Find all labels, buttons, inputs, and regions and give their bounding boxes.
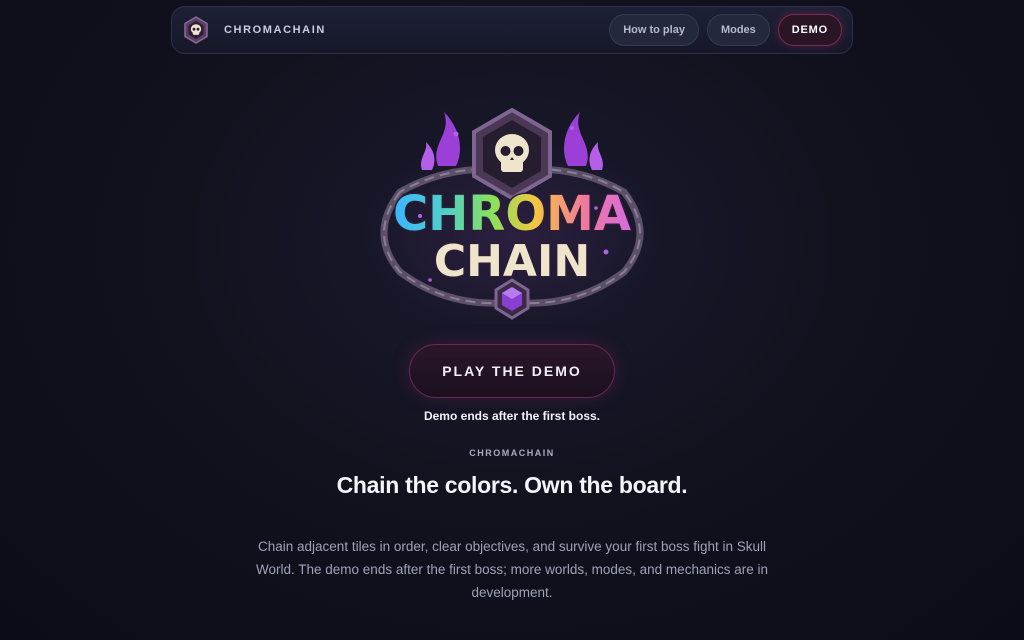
play-demo-button[interactable]: PLAY THE DEMO	[409, 344, 615, 398]
modes-button[interactable]: Modes	[706, 14, 770, 46]
skull-hex-emblem	[472, 107, 552, 201]
demo-button[interactable]: DEMO	[777, 14, 842, 46]
how-to-play-button[interactable]: How to play	[609, 14, 699, 46]
skull-hex-logo-icon	[184, 16, 208, 44]
nav-actions: How to play Modes DEMO	[609, 14, 842, 46]
section-eyebrow: CHROMACHAIN	[469, 448, 555, 458]
page-description: Chain adjacent tiles in order, clear obj…	[256, 539, 768, 600]
demo-note: Demo ends after the first boss.	[423, 409, 601, 423]
brand-name: CHROMACHAIN	[224, 24, 326, 36]
top-navbar: CHROMACHAIN How to play Modes DEMO	[171, 6, 853, 54]
chromachain-logo: CHROMA CHAIN	[362, 107, 662, 324]
page-headline: Chain the colors. Own the board.	[336, 472, 688, 498]
brand[interactable]: CHROMACHAIN	[182, 16, 326, 44]
logo-word-chroma: CHROMA	[393, 186, 631, 242]
purple-gem-icon	[494, 278, 530, 320]
